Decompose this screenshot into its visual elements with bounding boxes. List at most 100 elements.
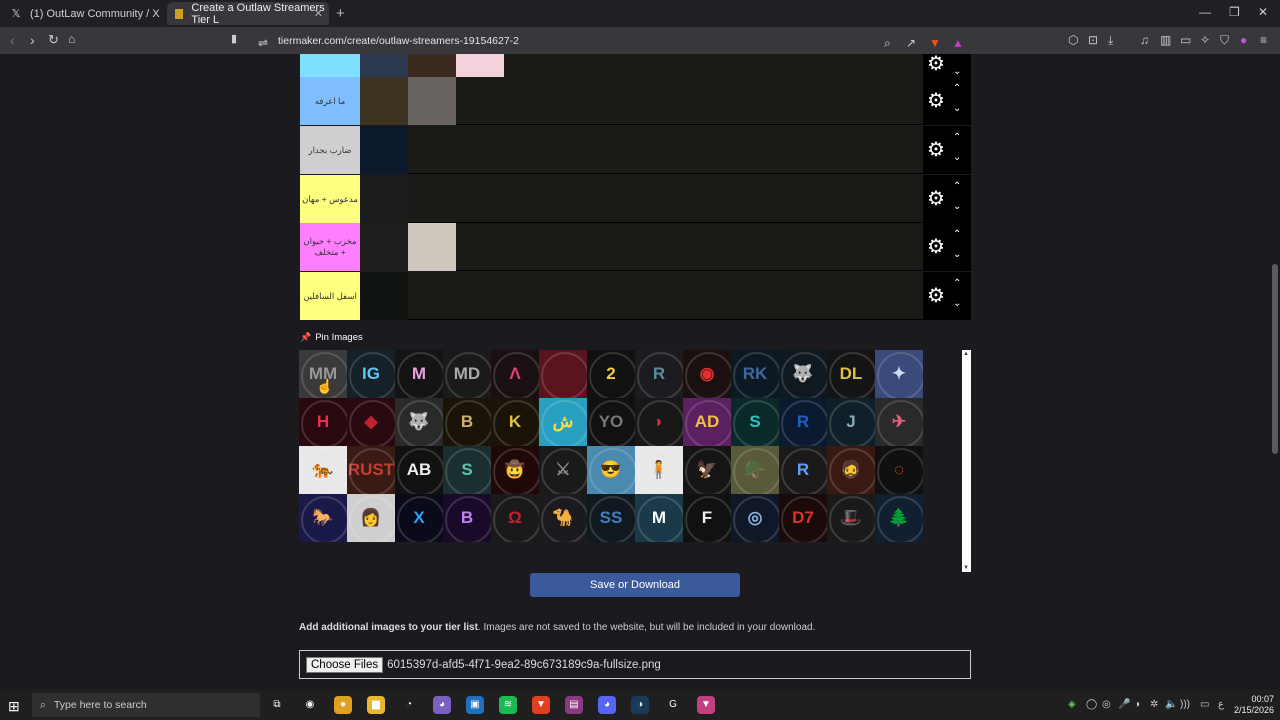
bookmark-icon[interactable]: ▮ bbox=[231, 32, 237, 45]
winrar-icon[interactable]: ▤ bbox=[565, 696, 583, 714]
minimize-icon[interactable]: — bbox=[1199, 5, 1211, 19]
tier-label[interactable]: ضارب بجدار bbox=[300, 126, 360, 174]
scrollbar-thumb[interactable] bbox=[1272, 264, 1278, 454]
choose-files-button[interactable]: Choose Files bbox=[306, 656, 384, 673]
brave-nightly-icon[interactable]: ▼ bbox=[697, 696, 715, 714]
tier-image[interactable] bbox=[360, 126, 408, 174]
tier-image[interactable] bbox=[360, 77, 408, 125]
pool-image[interactable]: M bbox=[395, 350, 443, 398]
pool-image[interactable]: 🎩 bbox=[827, 494, 875, 542]
pool-image[interactable]: SS bbox=[587, 494, 635, 542]
pool-image[interactable]: 🦅 bbox=[683, 446, 731, 494]
tab-outlaw-community[interactable]: 𝕏 (1) OutLaw Community / X bbox=[2, 2, 162, 25]
pool-image[interactable]: K bbox=[491, 398, 539, 446]
site-settings-icon[interactable]: ⇌ bbox=[258, 36, 268, 50]
chrome-icon[interactable]: ● bbox=[334, 696, 352, 714]
brave-rewards-icon[interactable]: ▲ bbox=[952, 36, 964, 50]
file-input[interactable]: Choose Files 6015397d-afd5-4f71-9ea2-89c… bbox=[299, 650, 971, 679]
windows-start-icon[interactable]: ⊞ bbox=[8, 698, 20, 715]
pool-image[interactable]: 🪖 bbox=[731, 446, 779, 494]
move-up-icon[interactable]: ⌃ bbox=[953, 278, 961, 289]
pool-image[interactable]: RUST bbox=[347, 446, 395, 494]
pin-images-toggle[interactable]: 📌 Pin Images bbox=[300, 332, 363, 343]
url-field[interactable]: ⇌ tiermaker.com/create/outlaw-streamers-… bbox=[250, 30, 970, 51]
pool-image[interactable]: ✦ bbox=[875, 350, 923, 398]
move-up-icon[interactable]: ⌃ bbox=[953, 229, 961, 240]
task-view-icon[interactable]: ⧉ bbox=[268, 696, 286, 714]
close-window-icon[interactable]: ✕ bbox=[1258, 5, 1268, 19]
pool-image[interactable]: ◉ bbox=[683, 350, 731, 398]
pool-image[interactable]: R bbox=[635, 350, 683, 398]
pool-image[interactable]: ◆ bbox=[347, 398, 395, 446]
scroll-down-icon[interactable]: ▼ bbox=[963, 565, 969, 571]
sidebar-icon[interactable]: ▥ bbox=[1160, 33, 1171, 47]
tray-icon[interactable]: ◎ bbox=[1102, 699, 1111, 710]
pool-image[interactable]: 🐎 bbox=[299, 494, 347, 542]
settings-tray-icon[interactable]: ✲ bbox=[1150, 699, 1158, 710]
pool-image[interactable]: 👩 bbox=[347, 494, 395, 542]
taskbar-search[interactable]: ⌕ Type here to search bbox=[32, 693, 260, 717]
pool-image[interactable]: B bbox=[443, 494, 491, 542]
pool-scrollbar[interactable]: ▲ ▼ bbox=[962, 350, 971, 572]
move-up-icon[interactable]: ⌃ bbox=[953, 181, 961, 192]
discord-ptb-icon[interactable]: ◕ bbox=[433, 696, 451, 714]
spotify-icon[interactable]: ≋ bbox=[499, 696, 517, 714]
menu-icon[interactable]: ≡ bbox=[1260, 33, 1267, 47]
tier-label[interactable]: مدعوس + مهان bbox=[300, 175, 360, 223]
brave-icon[interactable]: ▼ bbox=[532, 696, 550, 714]
share-icon[interactable]: ↗ bbox=[906, 36, 916, 50]
pool-image[interactable]: AD bbox=[683, 398, 731, 446]
tier-image[interactable] bbox=[360, 223, 408, 271]
pool-image[interactable]: ◌ bbox=[875, 446, 923, 494]
language-icon[interactable]: ع bbox=[1218, 699, 1224, 710]
pool-image[interactable]: H bbox=[299, 398, 347, 446]
app-icon[interactable]: ◔ bbox=[400, 696, 418, 714]
pool-image[interactable]: D7 bbox=[779, 494, 827, 542]
pool-image[interactable]: RK bbox=[731, 350, 779, 398]
pool-image[interactable]: 🧔 bbox=[827, 446, 875, 494]
tab-tiermaker[interactable]: Create a Outlaw Streamers Tier L ✕ bbox=[167, 2, 329, 26]
pool-image[interactable]: 🧍 bbox=[635, 446, 683, 494]
close-tab-icon[interactable]: ✕ bbox=[314, 7, 323, 20]
gear-icon[interactable]: ⚙ bbox=[927, 140, 945, 160]
pool-image[interactable]: YO bbox=[587, 398, 635, 446]
pool-image[interactable]: 🐪 bbox=[539, 494, 587, 542]
steam-client-icon[interactable]: ◑ bbox=[631, 696, 649, 714]
media-icon[interactable]: ♫ bbox=[1140, 33, 1149, 47]
pool-image[interactable]: X bbox=[395, 494, 443, 542]
leo-icon[interactable]: ✧ bbox=[1200, 33, 1210, 47]
move-down-icon[interactable]: ⌄ bbox=[953, 201, 961, 212]
tier-label[interactable]: اسفل السافلين bbox=[300, 272, 360, 320]
steam-icon[interactable]: ◉ bbox=[301, 696, 319, 714]
screenshot-icon[interactable]: ⊡ bbox=[1088, 33, 1098, 47]
scroll-up-icon[interactable]: ▲ bbox=[963, 351, 969, 357]
move-down-icon[interactable]: ⌄ bbox=[953, 152, 961, 163]
download-icon[interactable]: ⤓ bbox=[1108, 33, 1113, 48]
gear-icon[interactable]: ⚙ bbox=[927, 286, 945, 306]
move-up-icon[interactable]: ⌃ bbox=[953, 83, 961, 94]
save-or-download-button[interactable]: Save or Download bbox=[530, 573, 740, 597]
pool-image[interactable] bbox=[539, 350, 587, 398]
gear-icon[interactable]: ⚙ bbox=[927, 91, 945, 111]
pool-image[interactable]: S bbox=[443, 446, 491, 494]
back-icon[interactable]: ‹ bbox=[10, 32, 15, 48]
brave-shields-icon[interactable]: ▼ bbox=[929, 36, 941, 50]
discord-icon[interactable]: ◕ bbox=[598, 696, 616, 714]
pool-image[interactable]: F bbox=[683, 494, 731, 542]
pool-image[interactable]: 2 bbox=[587, 350, 635, 398]
pool-image[interactable]: Λ bbox=[491, 350, 539, 398]
new-tab-button[interactable]: + bbox=[336, 5, 345, 22]
steam-tray-icon[interactable]: ◑ bbox=[1134, 699, 1140, 710]
pool-image[interactable]: 😎 bbox=[587, 446, 635, 494]
microphone-icon[interactable]: 🎤 bbox=[1118, 699, 1130, 710]
tier-image[interactable] bbox=[408, 77, 456, 125]
move-down-icon[interactable]: ⌄ bbox=[953, 103, 961, 114]
pool-image[interactable]: 🤠 bbox=[491, 446, 539, 494]
tier-label[interactable]: مخرب + حيوان + متخلف bbox=[300, 223, 360, 271]
pool-image[interactable]: 🐅 bbox=[299, 446, 347, 494]
clock[interactable]: 00:07 2/15/2026 bbox=[1234, 694, 1274, 716]
move-down-icon[interactable]: ⌄ bbox=[953, 66, 961, 77]
pool-image[interactable]: ⚔ bbox=[539, 446, 587, 494]
pool-image[interactable]: ✈ bbox=[875, 398, 923, 446]
pool-image[interactable]: 🌲 bbox=[875, 494, 923, 542]
